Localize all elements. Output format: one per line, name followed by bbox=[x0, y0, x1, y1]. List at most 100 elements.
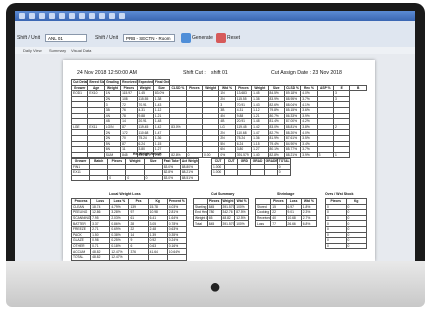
table-cell: 1.000 bbox=[210, 169, 226, 176]
table-header-cell: CLSD % bbox=[169, 84, 187, 92]
weight-loss-title: Local Weight Loss bbox=[109, 192, 141, 196]
generate-button-label: Generate bbox=[192, 35, 213, 41]
table-cell: 88.21% bbox=[283, 151, 302, 159]
table-cell: 1.40 bbox=[251, 151, 269, 159]
table-cell bbox=[147, 253, 168, 261]
field1-dropdown[interactable]: ANL 01 bbox=[45, 34, 87, 42]
table-cell: 0 bbox=[107, 174, 127, 182]
table-cell: 83.0% bbox=[161, 174, 181, 182]
table-header-cell: Act Weight bbox=[179, 158, 200, 165]
save-icon[interactable] bbox=[29, 13, 35, 19]
table-cell: End Head bbox=[193, 209, 208, 216]
generate-button[interactable]: Generate bbox=[180, 32, 213, 44]
table-header-cell: Final Grd bbox=[152, 79, 171, 86]
table-header-cell: Wtd % bbox=[234, 198, 249, 205]
table-cell: TOTAL bbox=[70, 253, 92, 261]
table-cell bbox=[237, 169, 252, 176]
table-cell bbox=[263, 169, 278, 176]
title-ribbon bbox=[15, 11, 415, 21]
table-cell: 77 bbox=[270, 220, 287, 227]
table-cell: 845 bbox=[206, 220, 222, 227]
table-header-cell: B bbox=[349, 84, 367, 92]
table-cell: 12.47% bbox=[109, 253, 130, 261]
table-cell bbox=[70, 174, 91, 182]
table-cell: 6.8% bbox=[300, 220, 318, 227]
table-cell: 391.579 bbox=[234, 151, 253, 159]
monitor-chin: ● bbox=[6, 261, 425, 307]
reweigh-title: Re-Weigh Result bbox=[133, 152, 162, 156]
table-row: Total 845 391.579 100% bbox=[193, 220, 249, 227]
field2-label: Shift / Unit bbox=[95, 35, 119, 41]
table-header-cell: GRAD bbox=[250, 158, 265, 165]
table-cell bbox=[166, 253, 188, 261]
table-cell: Starting bbox=[193, 203, 208, 211]
main-grading-table: Cut DetailBreed SizeGradingReceived Weig… bbox=[70, 79, 367, 159]
table-row: Loss 77 26.66 6.8% bbox=[254, 220, 318, 227]
undo-icon[interactable] bbox=[39, 13, 45, 19]
tab-daily-view[interactable]: Daily View bbox=[23, 48, 42, 53]
close-icon[interactable] bbox=[119, 13, 125, 19]
table-cell: SCANNING bbox=[70, 214, 92, 222]
table-cell: 82.8% bbox=[169, 151, 187, 159]
export-icon[interactable] bbox=[69, 13, 75, 19]
table-cell: 391.579 bbox=[220, 203, 236, 211]
tab-summary[interactable]: Summary bbox=[49, 48, 66, 53]
reset-button[interactable]: Reset bbox=[215, 32, 240, 44]
table-header-cell: Fast Take % bbox=[161, 158, 181, 165]
cut-assign-date: Cut Assign Date : 23 Nov 2018 bbox=[271, 70, 342, 76]
waste-stock-title: Ovrs / Wst Stock bbox=[325, 192, 354, 196]
table-header-cell: CLSD % bbox=[283, 84, 302, 92]
apple-logo-icon: ● bbox=[208, 276, 222, 298]
table-header-cell: GRADE bbox=[263, 158, 278, 165]
field2-dropdown[interactable]: PRB - SECTN - Room bbox=[123, 34, 175, 42]
table-header-cell: Received Weight bbox=[120, 79, 138, 86]
table-cell: 48.82 bbox=[90, 253, 111, 261]
shift-value: shift 01 bbox=[211, 70, 228, 76]
report-date: 24 Nov 2018 12:50:00 AM bbox=[77, 70, 137, 76]
settings-icon[interactable] bbox=[99, 13, 105, 19]
table-header-cell: Expected Result bbox=[136, 79, 154, 86]
table-cell: 0 bbox=[276, 169, 292, 176]
table-cell bbox=[224, 169, 239, 176]
table-header-cell: Grading bbox=[103, 79, 122, 86]
table-cell: 0.00 bbox=[201, 151, 220, 159]
table-header-cell: Grower bbox=[70, 84, 89, 92]
table-cell: 82.8% bbox=[267, 151, 285, 159]
table-cell: 1 bbox=[332, 151, 351, 159]
filter-icon[interactable] bbox=[89, 13, 95, 19]
tab-visual-data[interactable]: Visual Data bbox=[71, 48, 91, 53]
waste-stock-table: Pieces Kg 0 0 0 0 0 0 0 0 0 0 0 0 0 0 0 0 bbox=[325, 198, 367, 250]
table-cell: SUM bbox=[103, 151, 122, 159]
table-row: 0 0 0 83.0% 88.51% bbox=[70, 174, 200, 182]
table-row: 1.000 0 bbox=[210, 169, 292, 176]
table-header-cell: Percent % bbox=[166, 198, 188, 205]
table-row: SUM 845 391.579 1.40 82.8% 0 0.00 0% 391.579 1.40… bbox=[70, 151, 367, 159]
reweigh-table: GrowerBatchPiecesWeightSizeFast Take %Ac… bbox=[70, 158, 200, 182]
grade-total-table: CUT CUT GRD GRAD GRADE TOTAL 1.000 0 1.000 0 bbox=[210, 158, 292, 176]
table-cell: Total bbox=[193, 220, 208, 227]
refresh-icon[interactable] bbox=[79, 13, 85, 19]
shift-label: Shift Cut : bbox=[183, 70, 206, 76]
table-cell: 3.9% bbox=[300, 151, 318, 159]
print-icon[interactable] bbox=[59, 13, 65, 19]
table-header-cell: Weight bbox=[220, 198, 236, 205]
app-icon[interactable] bbox=[19, 13, 25, 19]
field1-label: Shift / Unit bbox=[17, 35, 41, 41]
table-cell: 3 bbox=[316, 151, 335, 159]
reset-icon bbox=[216, 33, 226, 43]
table-header-cell: TOTAL bbox=[276, 158, 292, 165]
table-cell bbox=[250, 169, 265, 176]
table-cell: 0 bbox=[185, 151, 204, 159]
table-header-cell: Pieces bbox=[206, 198, 222, 205]
zoom-icon[interactable] bbox=[109, 13, 115, 19]
table-cell: Weight Loss bbox=[193, 214, 208, 222]
table-cell: 0% bbox=[218, 151, 236, 159]
table-cell: 391.579 bbox=[220, 220, 236, 227]
weight-loss-table: Process Loss Loss % Pcs Kg Percent % CLEAN 18.7… bbox=[70, 198, 188, 261]
table-header-cell: Breed Size bbox=[87, 79, 105, 86]
table-cell: Cooking bbox=[254, 209, 272, 216]
report-page: 24 Nov 2018 12:50:00 AM Shift Cut : shif… bbox=[63, 60, 375, 261]
generate-icon bbox=[181, 33, 191, 43]
imac-monitor: Shift / Unit ANL 01 Shift / Unit PRB - S… bbox=[6, 3, 425, 307]
redo-icon[interactable] bbox=[49, 13, 55, 19]
